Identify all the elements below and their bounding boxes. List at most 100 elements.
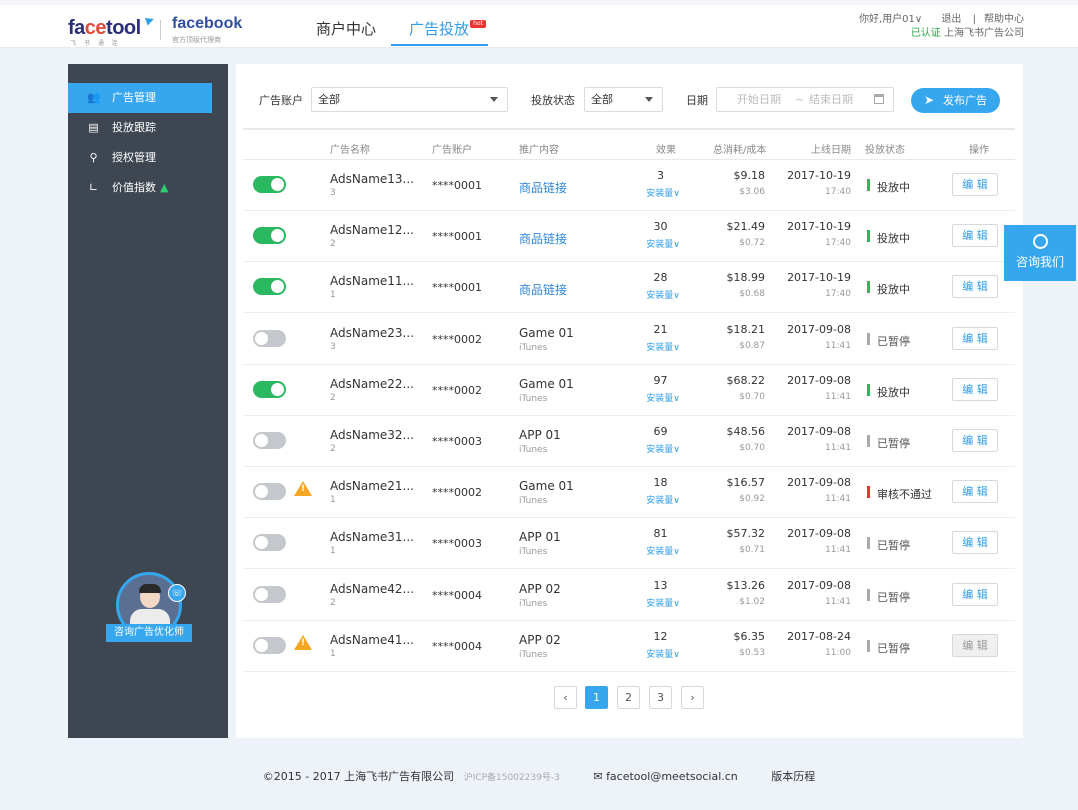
edit-button[interactable]: 编 辑 — [952, 326, 998, 350]
ad-name[interactable]: AdsName11... — [330, 274, 414, 288]
help-center-link[interactable]: 帮助中心 — [984, 14, 1024, 25]
col-content: 推广内容 — [519, 145, 559, 156]
delivery-toggle[interactable] — [253, 585, 286, 603]
ad-account: ****0002 — [432, 486, 482, 500]
logout-link[interactable]: 退出 — [941, 14, 961, 25]
footer-email[interactable]: facetool@meetsocial.cn — [606, 770, 738, 783]
ad-name[interactable]: AdsName32... — [330, 428, 414, 442]
effect-metric-dropdown[interactable]: 安装量∨ — [638, 288, 688, 301]
user-name[interactable]: 用户01 — [882, 14, 915, 25]
effect-metric-dropdown[interactable]: 安装量∨ — [638, 493, 688, 506]
page-2-button[interactable]: 2 — [617, 686, 640, 709]
sidebar-item-authorization[interactable]: ⚲ 授权管理 — [68, 143, 212, 173]
paper-plane-icon — [144, 14, 158, 26]
delivery-toggle[interactable] — [253, 483, 286, 501]
sidebar-item-delivery-tracking[interactable]: ▤ 投放跟踪 — [68, 113, 212, 143]
edit-button[interactable]: 编 辑 — [952, 429, 998, 452]
promo-content[interactable]: 商品链接 — [519, 281, 567, 298]
next-page-button[interactable]: › — [681, 686, 704, 709]
effect-metric-dropdown[interactable]: 安装量∨ — [638, 237, 688, 250]
edit-button[interactable]: 编 辑 — [952, 633, 998, 657]
publish-ad-button[interactable]: ➤ 发布广告 — [911, 88, 1000, 113]
verified-badge: 已认证 — [910, 28, 941, 39]
ad-account: ****0002 — [432, 383, 482, 397]
delivery-toggle[interactable] — [253, 380, 286, 398]
delivery-toggle[interactable] — [253, 636, 286, 654]
promo-content[interactable]: 商品链接 — [519, 230, 567, 247]
nav-ad-delivery[interactable]: 广告投放 — [409, 18, 469, 39]
ad-name[interactable]: AdsName31... — [330, 530, 414, 544]
delivery-toggle[interactable] — [253, 432, 286, 449]
table-row: ! AdsName21... 1 ****0002 Game 01 iTunes 18 安装量… — [243, 467, 1015, 519]
page-1-button[interactable]: 1 — [585, 686, 608, 709]
prev-page-button[interactable]: ‹ — [554, 686, 577, 709]
status-badge: 投放中 — [867, 230, 910, 246]
unit-cost: $0.71 — [739, 545, 765, 556]
status-select[interactable]: 全部 — [584, 87, 663, 112]
edit-button[interactable]: 编 辑 — [952, 377, 998, 401]
sidebar-item-value-index[interactable]: ∟ 价值指数 ▲ — [68, 173, 212, 203]
effect-metric-dropdown[interactable]: 安装量∨ — [638, 186, 688, 199]
chart-icon: ∟ — [88, 181, 99, 194]
facetool-logo[interactable]: facetool — [68, 17, 141, 40]
promo-content[interactable]: 商品链接 — [519, 179, 567, 196]
launch-time: 17:40 — [825, 238, 851, 249]
col-actions: 操作 — [969, 145, 989, 156]
status-indicator — [867, 435, 870, 447]
effect-metric-dropdown[interactable]: 安装量∨ — [638, 391, 688, 404]
delivery-toggle[interactable] — [253, 278, 286, 296]
icp-link[interactable]: 沪ICP备15002239号-3 — [464, 773, 560, 783]
table-row: AdsName13... 3 ****0001 商品链接 3 安装量∨ $9.18 $3.06… — [243, 160, 1015, 211]
account-select[interactable]: 全部 — [311, 87, 508, 112]
launch-date: 2017-09-08 — [787, 373, 851, 387]
unit-cost: $0.68 — [739, 289, 765, 300]
ad-name[interactable]: AdsName12... — [330, 223, 414, 237]
unit-cost: $0.53 — [739, 647, 765, 658]
delivery-toggle[interactable] — [253, 534, 286, 552]
effect-value: 12 — [653, 629, 668, 643]
nav-merchant-center[interactable]: 商户中心 — [316, 18, 376, 39]
col-cost: 总消耗/成本 — [713, 145, 767, 156]
effect-value: 3 — [657, 169, 664, 182]
delivery-toggle[interactable] — [253, 176, 286, 193]
page-3-button[interactable]: 3 — [649, 686, 672, 709]
edit-button[interactable]: 编 辑 — [952, 224, 998, 248]
delivery-toggle[interactable] — [253, 329, 286, 347]
ad-name[interactable]: AdsName13... — [330, 172, 414, 186]
effect-metric-dropdown[interactable]: 安装量∨ — [638, 596, 688, 609]
date-range-input[interactable]: 开始日期 ~ 结束日期 — [716, 87, 894, 112]
edit-button[interactable]: 编 辑 — [952, 582, 998, 606]
table-row: AdsName32... 2 ****0003 APP 01 iTunes 69 安装量∨ $… — [243, 416, 1015, 467]
launch-date: 2017-09-08 — [787, 527, 851, 541]
total-spend: $9.18 — [733, 169, 766, 182]
ad-name[interactable]: AdsName21... — [330, 479, 414, 493]
effect-metric-dropdown[interactable]: 安装量∨ — [638, 544, 688, 557]
version-history-link[interactable]: 版本历程 — [771, 770, 815, 783]
ad-id: 1 — [330, 648, 336, 659]
warning-icon[interactable]: ! — [294, 481, 312, 497]
promo-content: APP 02 — [519, 581, 561, 596]
chevron-down-icon[interactable]: ∨ — [915, 14, 922, 25]
delivery-toggle[interactable] — [253, 227, 286, 245]
ad-name[interactable]: AdsName22... — [330, 377, 414, 391]
main-panel: 广告账户 全部 投放状态 全部 日期 开始日期 ~ 结束日期 ➤ 发布广告 广告名… — [236, 64, 1023, 738]
unit-cost: $0.92 — [739, 494, 765, 505]
sidebar-item-ad-management[interactable]: 👥 广告管理 — [68, 83, 212, 113]
edit-button[interactable]: 编 辑 — [952, 173, 998, 196]
effect-metric-dropdown[interactable]: 安装量∨ — [638, 647, 688, 660]
effect-value: 13 — [653, 578, 668, 592]
date-end-placeholder: 结束日期 — [809, 93, 853, 106]
effect-metric-dropdown[interactable]: 安装量∨ — [638, 340, 688, 353]
launch-time: 11:41 — [825, 596, 851, 607]
warning-icon[interactable]: ! — [294, 634, 312, 650]
edit-button[interactable]: 编 辑 — [952, 275, 998, 299]
ad-name[interactable]: AdsName42... — [330, 582, 414, 596]
edit-button[interactable]: 编 辑 — [952, 531, 998, 555]
ad-name[interactable]: AdsName41... — [330, 633, 414, 647]
effect-metric-dropdown[interactable]: 安装量∨ — [638, 442, 688, 455]
contact-us-button[interactable]: 咨询我们 — [1004, 225, 1076, 281]
edit-button[interactable]: 编 辑 — [952, 480, 998, 504]
ad-name[interactable]: AdsName23... — [330, 326, 414, 340]
table-row: AdsName12... 2 ****0001 商品链接 30 安装量∨ $21.49 $0.… — [243, 211, 1015, 263]
consult-advisor-button[interactable]: 咨询广告优化师 — [106, 624, 192, 642]
